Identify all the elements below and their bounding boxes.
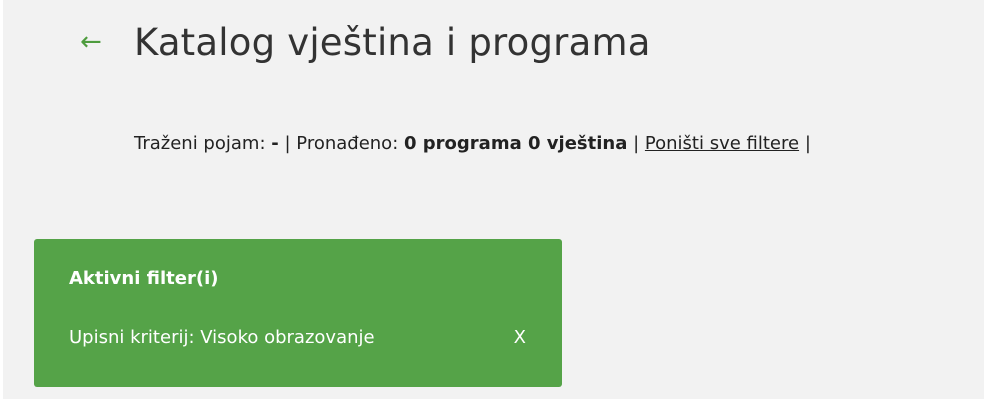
page-title: Katalog vještina i programa [134, 20, 651, 64]
active-filter-item: Upisni kriterij: Visoko obrazovanje X [69, 327, 529, 348]
separator: | [284, 133, 291, 154]
back-arrow-icon[interactable]: ← [80, 29, 114, 55]
found-label: Pronađeno: [296, 133, 399, 154]
separator: | [633, 133, 640, 154]
separator: | [804, 133, 811, 154]
query-label: Traženi pojam: [134, 133, 266, 154]
active-filter-label: Upisni kriterij: Visoko obrazovanje [69, 327, 375, 348]
page-header: ← Katalog vještina i programa [80, 14, 651, 70]
remove-filter-button[interactable]: X [514, 327, 529, 348]
search-summary: Traženi pojam: - | Pronađeno: 0 programa… [134, 133, 811, 154]
page-edge [0, 0, 3, 399]
reset-filters-link[interactable]: Poništi sve filtere [645, 133, 799, 154]
query-value: - [271, 133, 279, 154]
found-count: 0 programa 0 vještina [404, 133, 628, 154]
active-filters-title: Aktivni filter(i) [69, 268, 219, 289]
active-filters-panel: Aktivni filter(i) Upisni kriterij: Visok… [34, 239, 562, 387]
